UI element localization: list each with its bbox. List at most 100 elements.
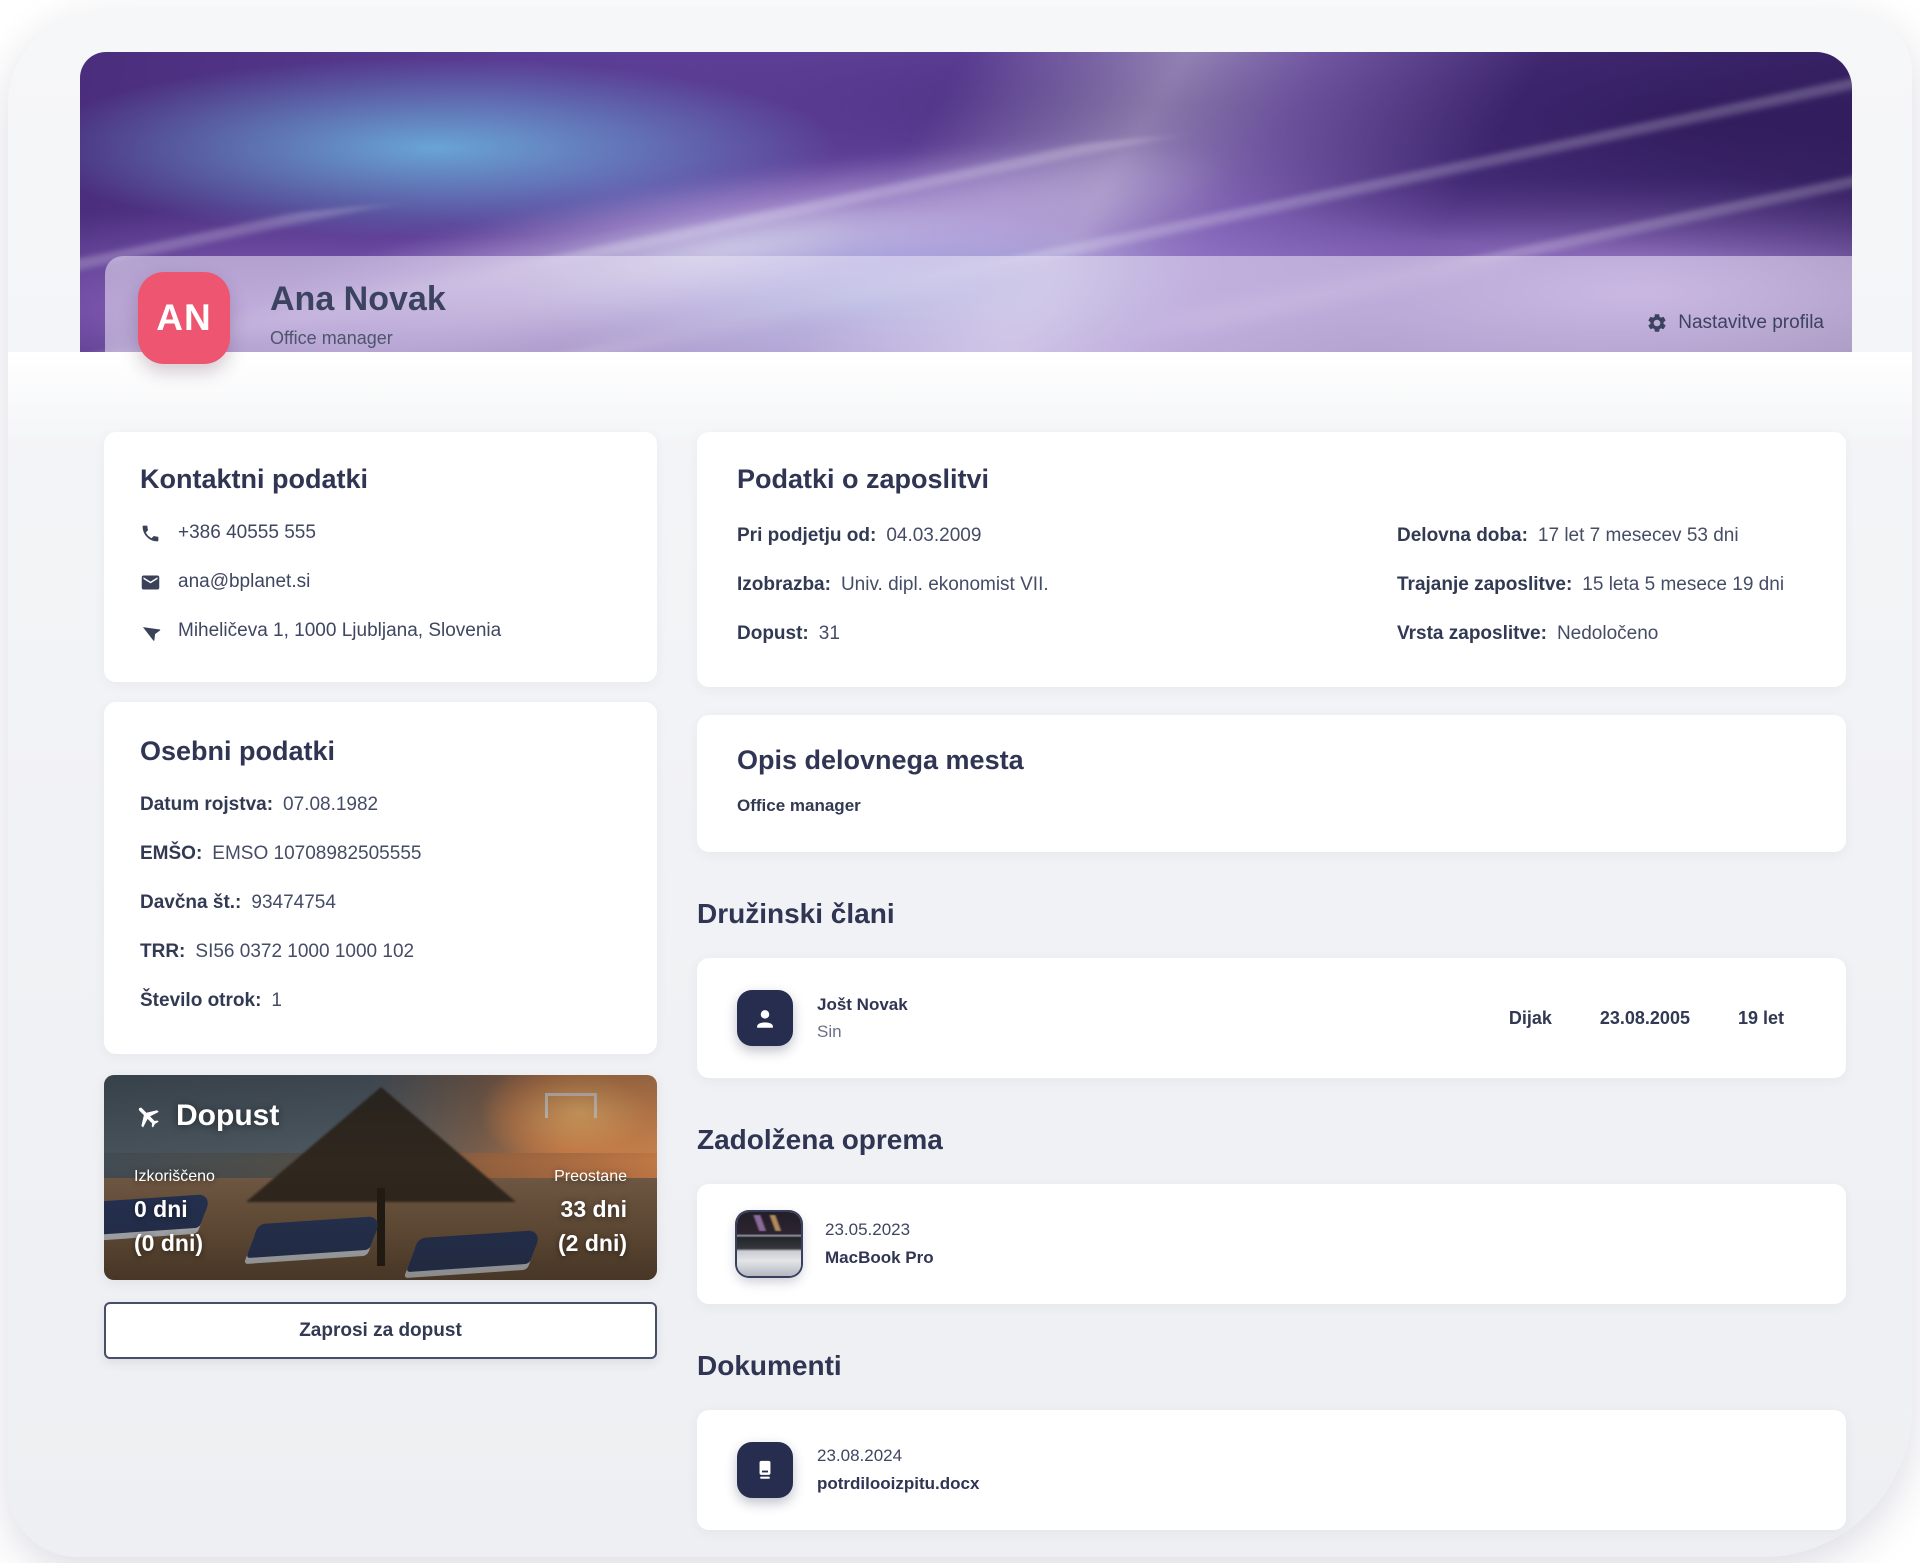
work-experience-label: Delovna doba: — [1397, 525, 1528, 546]
family-section-heading: Družinski člani — [697, 898, 1846, 930]
family-member-meta: Dijak 23.08.2005 19 let — [1509, 1008, 1806, 1029]
vacation-used-extra: (0 dni) — [134, 1227, 215, 1260]
document-filename: potrdilooizpitu.docx — [817, 1474, 979, 1494]
right-column: Podatki o zaposlitvi Pri podjetju od: 04.… — [697, 432, 1846, 1557]
document-row[interactable]: 23.08.2024 potrdilooizpitu.docx — [697, 1410, 1846, 1530]
document-date: 23.08.2024 — [817, 1446, 979, 1466]
family-member-birth-date: 23.08.2005 — [1600, 1008, 1690, 1029]
employment-type-label: Vrsta zaposlitve: — [1397, 623, 1547, 644]
vacation-remaining-extra: (2 dni) — [554, 1227, 627, 1260]
vacation-days-row: Dopust: 31 — [737, 623, 1387, 645]
plane-icon — [128, 1096, 168, 1136]
employment-grid: Pri podjetju od: 04.03.2009 Izobrazba: Uni… — [737, 495, 1806, 645]
equipment-date: 23.05.2023 — [825, 1220, 934, 1240]
family-member-name: Jošt Novak — [817, 995, 908, 1015]
job-description-title: Opis delovnega mesta — [737, 745, 1806, 776]
left-column: Kontaktni podatki +386 40555 555 ana@bpl… — [104, 432, 657, 1359]
vacation-used-label: Izkoriščeno — [134, 1168, 215, 1186]
vacation-title-label: Dopust — [176, 1099, 279, 1133]
contact-phone-row: +386 40555 555 — [140, 522, 621, 544]
vacation-remaining-block: Preostane 33 dni (2 dni) — [554, 1168, 627, 1260]
employment-type-row: Vrsta zaposlitve: Nedoločeno — [1397, 623, 1806, 645]
person-icon-tile — [737, 990, 793, 1046]
tax-number-value: 93474754 — [251, 892, 336, 913]
request-vacation-button[interactable]: Zaprosi za dopust — [104, 1302, 657, 1359]
children-count-label: Število otrok: — [140, 990, 261, 1011]
trr-row: TRR: SI56 0372 1000 1000 102 — [140, 941, 621, 963]
equipment-info: 23.05.2023 MacBook Pro — [825, 1220, 934, 1268]
contact-card-title: Kontaktni podatki — [140, 464, 621, 495]
children-count-value: 1 — [271, 990, 282, 1011]
phone-number: +386 40555 555 — [178, 522, 316, 544]
employment-duration-value: 15 leta 5 mesece 19 dni — [1582, 574, 1784, 595]
header-fade — [8, 352, 1912, 444]
employment-left-column: Pri podjetju od: 04.03.2009 Izobrazba: Uni… — [737, 495, 1387, 645]
birth-date-label: Datum rojstva: — [140, 794, 273, 815]
phone-icon — [140, 523, 161, 544]
person-role: Office manager — [270, 328, 446, 349]
education-value: Univ. dipl. ekonomist VII. — [841, 574, 1049, 595]
tax-number-row: Davčna št.: 93474754 — [140, 892, 621, 914]
mail-icon — [140, 572, 161, 593]
vacation-remaining-label: Preostane — [554, 1168, 627, 1186]
employment-card: Podatki o zaposlitvi Pri podjetju od: 04.… — [697, 432, 1846, 687]
trr-label: TRR: — [140, 941, 185, 962]
documents-section-heading: Dokumenti — [697, 1350, 1846, 1382]
education-label: Izobrazba: — [737, 574, 831, 595]
employment-right-column: Delovna doba: 17 let 7 mesecev 53 dni Tra… — [1397, 495, 1806, 645]
person-icon — [748, 1001, 782, 1035]
avatar: AN — [138, 272, 230, 364]
family-member-row[interactable]: Jošt Novak Sin Dijak 23.08.2005 19 let — [697, 958, 1846, 1078]
employment-duration-label: Trajanje zaposlitve: — [1397, 574, 1572, 595]
contact-address-row: Miheličeva 1, 1000 Ljubljana, Slovenia — [140, 620, 621, 642]
emso-value: EMSO 10708982505555 — [212, 843, 421, 864]
identity-block: Ana Novak Office manager — [270, 280, 446, 349]
family-member-relation: Sin — [817, 1022, 908, 1042]
tax-number-label: Davčna št.: — [140, 892, 241, 913]
company-since-label: Pri podjetju od: — [737, 525, 876, 546]
children-count-row: Število otrok: 1 — [140, 990, 621, 1012]
email-address: ana@bplanet.si — [178, 571, 310, 593]
family-member-age: 19 let — [1738, 1008, 1784, 1029]
profile-header: AN Ana Novak Office manager Nastavitve p… — [8, 10, 1912, 432]
vacation-title: Dopust — [134, 1099, 279, 1133]
vacation-remaining-value: 33 dni — [554, 1193, 627, 1226]
birth-date-row: Datum rojstva: 07.08.1982 — [140, 794, 621, 816]
settings-label: Nastavitve profila — [1678, 312, 1824, 334]
emso-label: EMŠO: — [140, 843, 202, 864]
location-icon — [136, 617, 165, 646]
trr-value: SI56 0372 1000 1000 102 — [195, 941, 414, 962]
work-experience-row: Delovna doba: 17 let 7 mesecev 53 dni — [1397, 525, 1806, 547]
work-experience-value: 17 let 7 mesecev 53 dni — [1538, 525, 1739, 546]
employment-duration-row: Trajanje zaposlitve: 15 leta 5 mesece 19 … — [1397, 574, 1806, 596]
profile-page: AN Ana Novak Office manager Nastavitve p… — [8, 10, 1912, 1557]
job-description-text: Office manager — [737, 796, 1806, 816]
job-description-card: Opis delovnega mesta Office manager — [697, 715, 1846, 852]
family-member-identity: Jošt Novak Sin — [817, 995, 908, 1042]
contact-card: Kontaktni podatki +386 40555 555 ana@bpl… — [104, 432, 657, 682]
address-text: Miheličeva 1, 1000 Ljubljana, Slovenia — [178, 620, 501, 642]
document-icon — [748, 1453, 782, 1487]
company-since-value: 04.03.2009 — [886, 525, 981, 546]
family-member-status: Dijak — [1509, 1008, 1552, 1029]
company-since-row: Pri podjetju od: 04.03.2009 — [737, 525, 1387, 547]
contact-email-row: ana@bplanet.si — [140, 571, 621, 593]
profile-settings-button[interactable]: Nastavitve profila — [1646, 312, 1824, 334]
content-area: Kontaktni podatki +386 40555 555 ana@bpl… — [8, 432, 1912, 1557]
vacation-days-label: Dopust: — [737, 623, 809, 644]
equipment-row[interactable]: 23.05.2023 MacBook Pro — [697, 1184, 1846, 1304]
laptop-photo-thumbnail — [737, 1212, 801, 1276]
page-title: Ana Novak — [270, 280, 446, 319]
gear-icon — [1646, 312, 1668, 334]
document-info: 23.08.2024 potrdilooizpitu.docx — [817, 1446, 979, 1494]
vacation-used-block: Izkoriščeno 0 dni (0 dni) — [134, 1168, 215, 1260]
birth-date-value: 07.08.1982 — [283, 794, 378, 815]
education-row: Izobrazba: Univ. dipl. ekonomist VII. — [737, 574, 1387, 596]
employment-card-title: Podatki o zaposlitvi — [737, 464, 1806, 495]
vacation-card: Dopust Izkoriščeno 0 dni (0 dni) Preosta… — [104, 1075, 657, 1280]
document-icon-tile — [737, 1442, 793, 1498]
emso-row: EMŠO: EMSO 10708982505555 — [140, 843, 621, 865]
employment-type-value: Nedoločeno — [1557, 623, 1658, 644]
personal-card-title: Osebni podatki — [140, 736, 621, 767]
vacation-days-value: 31 — [819, 623, 840, 644]
